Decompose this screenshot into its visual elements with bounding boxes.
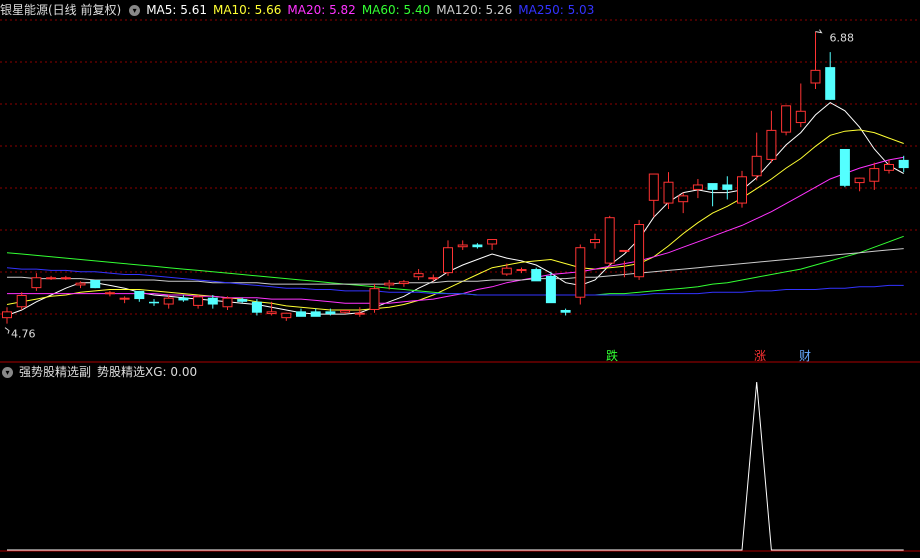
candlestick-chart: 6.88 4.76 — [0, 19, 920, 552]
ma-line-ma60 — [6, 235, 904, 296]
candle-body-up — [119, 297, 130, 300]
candle-body-up — [222, 297, 233, 308]
candle-body-up — [163, 297, 174, 305]
candle-body-down — [251, 301, 262, 313]
candle-body-up — [590, 239, 600, 244]
candle-body-up — [781, 105, 792, 133]
candle-body-up — [266, 311, 277, 315]
candle-body-up — [751, 155, 762, 177]
candle-body-up — [457, 244, 468, 248]
candle-body-up — [766, 129, 777, 160]
candle-body-up — [2, 311, 12, 319]
candle-body-up — [604, 217, 615, 264]
candle-body-up — [795, 110, 806, 124]
signal-cai: 财 — [799, 349, 812, 363]
candle-body-down — [707, 183, 718, 190]
candle-body-down — [839, 148, 850, 186]
candle-body-up — [678, 195, 689, 203]
candle-body-up — [413, 273, 424, 278]
candle-body-down — [134, 290, 145, 300]
high-price-label: 6.88 — [830, 32, 855, 45]
candle-body-down — [296, 311, 306, 317]
candle-body-up — [663, 181, 674, 204]
candle-body-down — [545, 275, 556, 304]
candle-body-down — [825, 67, 836, 100]
candle-body-up — [369, 288, 380, 310]
candle-body-up — [737, 176, 747, 204]
candle-body-up — [75, 282, 86, 286]
candle-body-up — [31, 277, 42, 289]
candle-body-down — [898, 159, 909, 169]
candle-body-up — [340, 309, 351, 313]
candle-body-up — [354, 312, 365, 315]
candle-body-down — [325, 311, 336, 315]
candle-body-down — [531, 269, 542, 282]
candle-body-up — [648, 173, 659, 201]
candle-body-up — [46, 277, 57, 280]
candle-body-up — [281, 312, 292, 319]
candle-body-down — [560, 309, 571, 313]
candle-body-down — [149, 301, 159, 304]
candle-body-up — [443, 247, 453, 274]
candle-body-up — [516, 269, 527, 272]
candle-body-down — [472, 244, 483, 248]
low-marker — [4, 327, 10, 334]
candle-body-up — [869, 168, 880, 182]
candle-body-down — [310, 311, 321, 317]
candle-body-up — [692, 184, 703, 190]
signal-die: 跌 — [606, 349, 619, 363]
candle-body-up — [384, 282, 395, 286]
candle-body-down — [90, 279, 101, 289]
candle-body-up — [487, 239, 498, 245]
candle-body-down — [722, 184, 733, 190]
candle-body-down — [237, 299, 248, 302]
candle-body-up — [501, 267, 512, 275]
candle-body-down — [178, 297, 189, 301]
candle-body-up — [398, 281, 409, 285]
bottom-strip — [0, 552, 920, 558]
ma-line-ma120 — [7, 248, 904, 285]
candle-body-down — [207, 297, 218, 305]
candle-body-up — [619, 249, 630, 252]
high-marker — [815, 29, 823, 34]
indicator-line — [7, 381, 904, 551]
low-price-label: 4.76 — [11, 328, 36, 341]
candle-body-up — [104, 292, 115, 295]
candle-body-up — [60, 277, 71, 280]
candle-body-up — [810, 69, 821, 84]
candle-body-up — [854, 177, 865, 184]
signal-zhang: 涨 — [754, 349, 767, 363]
candle-body-up — [634, 224, 645, 278]
candle-body-up — [16, 294, 27, 308]
candle-body-up — [884, 163, 894, 171]
candle-body-up — [575, 247, 586, 298]
candle-body-up — [428, 277, 439, 280]
candle-body-up — [193, 296, 204, 306]
